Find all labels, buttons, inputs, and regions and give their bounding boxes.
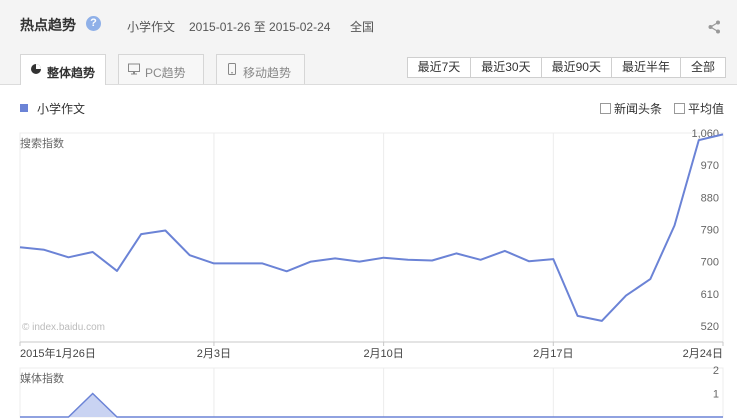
media-y-tick-label: 2 (713, 365, 719, 377)
x-tick-label: 2015年1月26日 (20, 346, 96, 360)
data-point[interactable] (406, 258, 410, 262)
data-point[interactable] (309, 260, 313, 264)
data-point[interactable] (503, 249, 507, 253)
data-point[interactable] (576, 314, 580, 318)
main-plot-area (19, 132, 724, 343)
data-point[interactable] (163, 229, 167, 233)
data-point[interactable] (236, 261, 240, 265)
data-point[interactable] (66, 255, 70, 259)
y-axis-label: 搜索指数 (20, 136, 64, 150)
data-point[interactable] (333, 256, 337, 260)
trend-chart: 1,060970880790700610520搜索指数© index.baidu… (18, 128, 725, 418)
media-plot-area (19, 367, 724, 418)
data-point[interactable] (551, 257, 555, 261)
y-tick-label: 610 (701, 289, 719, 301)
data-point[interactable] (42, 248, 46, 252)
data-point[interactable] (624, 294, 628, 298)
data-point[interactable] (285, 269, 289, 273)
media-y-axis-label: 媒体指数 (20, 371, 64, 385)
y-tick-label: 520 (701, 321, 719, 333)
y-tick-label: 790 (701, 224, 719, 236)
data-point[interactable] (260, 261, 264, 265)
data-point[interactable] (454, 251, 458, 255)
data-point[interactable] (721, 132, 725, 136)
data-point[interactable] (479, 258, 483, 262)
data-point[interactable] (382, 256, 386, 260)
media-y-tick-label: 1 (713, 389, 719, 401)
y-tick-label: 970 (701, 160, 719, 172)
data-point[interactable] (527, 259, 531, 263)
data-point[interactable] (212, 261, 216, 265)
data-point[interactable] (115, 269, 119, 273)
y-tick-label: 880 (701, 192, 719, 204)
data-point[interactable] (18, 245, 22, 249)
data-point[interactable] (91, 250, 95, 254)
y-tick-label: 700 (701, 257, 719, 269)
x-tick-label: 2月24日 (683, 348, 723, 360)
x-tick-label: 2月17日 (533, 348, 573, 360)
data-point[interactable] (697, 138, 701, 142)
data-point[interactable] (430, 259, 434, 263)
data-point[interactable] (600, 319, 604, 323)
data-point[interactable] (139, 232, 143, 236)
x-tick-label: 2月3日 (197, 348, 231, 360)
watermark: © index.baidu.com (22, 322, 105, 333)
data-point[interactable] (357, 260, 361, 264)
x-tick-label: 2月10日 (363, 348, 403, 360)
data-point[interactable] (648, 277, 652, 281)
data-point[interactable] (673, 224, 677, 228)
data-point[interactable] (188, 253, 192, 257)
